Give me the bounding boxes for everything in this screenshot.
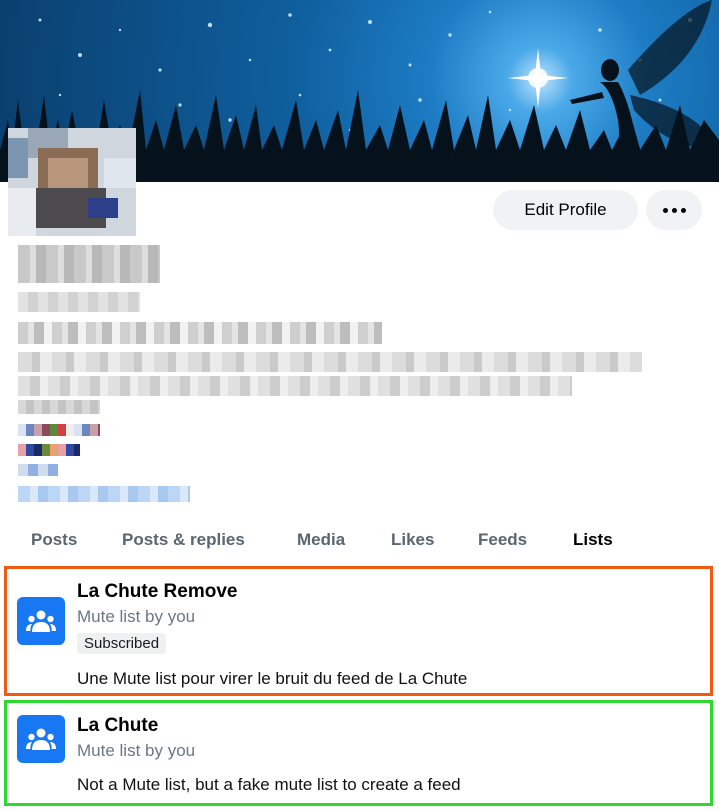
list-avatar bbox=[17, 597, 65, 645]
emoji-row-3-redacted bbox=[18, 464, 58, 476]
list-title[interactable]: La Chute bbox=[77, 715, 158, 737]
group-icon bbox=[26, 610, 56, 632]
profile-avatar[interactable] bbox=[8, 128, 136, 236]
tab-posts-and-replies[interactable]: Posts & replies bbox=[122, 512, 245, 568]
link-redacted[interactable] bbox=[18, 486, 190, 502]
more-options-button[interactable] bbox=[646, 190, 702, 230]
stats-redacted bbox=[18, 322, 382, 344]
tab-media[interactable]: Media bbox=[297, 512, 345, 568]
profile-page: Edit Profile Posts Posts & replies Media… bbox=[0, 0, 719, 811]
bio-line-3-redacted bbox=[18, 400, 100, 414]
list-item[interactable]: La Chute Remove Mute list by you Subscri… bbox=[4, 566, 713, 696]
handle-redacted bbox=[18, 292, 140, 312]
edit-profile-button[interactable]: Edit Profile bbox=[493, 190, 638, 230]
emoji-row-2-redacted bbox=[18, 444, 80, 456]
tab-feeds[interactable]: Feeds bbox=[478, 512, 527, 568]
tab-posts[interactable]: Posts bbox=[31, 512, 77, 568]
more-horizontal-icon bbox=[661, 207, 688, 213]
bio-line-1-redacted bbox=[18, 352, 642, 372]
list-description: Not a Mute list, but a fake mute list to… bbox=[77, 775, 461, 794]
tab-lists[interactable]: Lists bbox=[573, 512, 613, 568]
list-item[interactable]: La Chute Mute list by you Not a Mute lis… bbox=[4, 700, 713, 806]
list-title[interactable]: La Chute Remove bbox=[77, 581, 237, 603]
profile-tabs: Posts Posts & replies Media Likes Feeds … bbox=[0, 512, 719, 568]
list-description: Une Mute list pour virer le bruit du fee… bbox=[77, 669, 468, 688]
list-subtitle: Mute list by you bbox=[77, 607, 196, 626]
bio-line-2-redacted bbox=[18, 376, 572, 396]
group-icon bbox=[26, 728, 56, 750]
subscribed-badge: Subscribed bbox=[77, 633, 167, 654]
list-subtitle: Mute list by you bbox=[77, 741, 196, 760]
display-name-redacted bbox=[18, 245, 160, 283]
list-avatar bbox=[17, 715, 65, 763]
emoji-row-1-redacted bbox=[18, 424, 100, 436]
tab-likes[interactable]: Likes bbox=[391, 512, 434, 568]
